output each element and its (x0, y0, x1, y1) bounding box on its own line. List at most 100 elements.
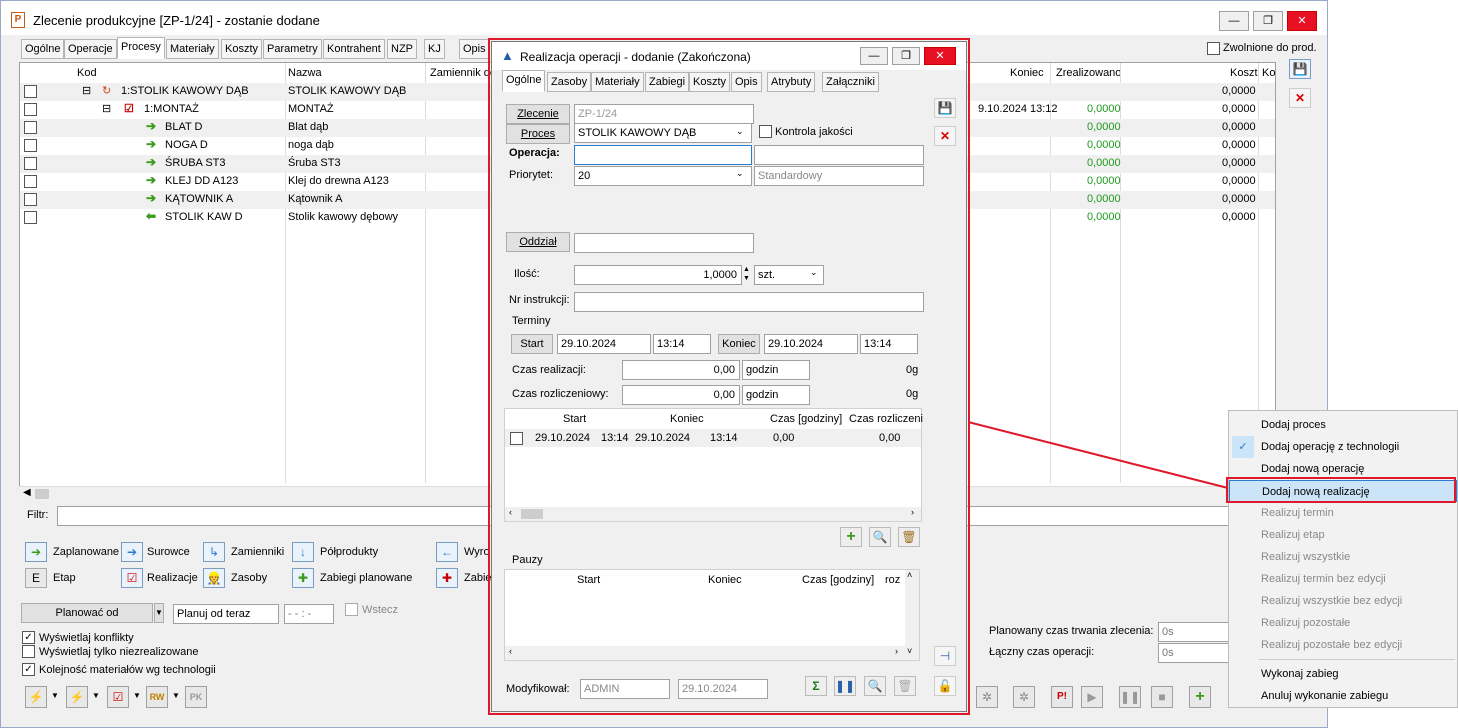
menu-item-dodaj-proces[interactable]: Dodaj proces (1229, 414, 1457, 436)
proces-field[interactable]: STOLIK KAWOWY DĄB (574, 123, 752, 143)
czas-realizacji-unit[interactable]: godzin (742, 360, 810, 380)
plan-from-input[interactable]: Planuj od teraz (173, 604, 279, 624)
scroll-left-icon[interactable]: ◀ (23, 487, 31, 498)
chevron-down-icon[interactable]: ⌄ (810, 267, 818, 278)
chevron-down-icon[interactable]: ▼ (133, 691, 141, 700)
dialog-tab-opis[interactable]: Opis (731, 72, 762, 92)
row-checkbox[interactable] (510, 432, 523, 445)
stop-icon[interactable]: ■ (1151, 686, 1173, 708)
chevron-down-icon[interactable]: ⌄ (736, 168, 744, 179)
menu-item-realizuj-etap[interactable]: Realizuj etap (1229, 524, 1457, 546)
lock-icon[interactable]: 🔓 (934, 676, 956, 696)
row-checkbox[interactable] (24, 139, 37, 152)
pk-icon[interactable]: PK (185, 686, 207, 708)
menu-item-realizuj-wszystkie-bez-edycji[interactable]: Realizuj wszystkie bez edycji (1229, 590, 1457, 612)
menu-item-realizuj-termin[interactable]: Realizuj termin (1229, 502, 1457, 524)
col-zamiennik[interactable]: Zamiennik do (430, 63, 496, 83)
chevron-down-icon[interactable]: ▼ (172, 691, 180, 700)
kontrola-checkbox[interactable] (759, 125, 772, 141)
scroll-thumb[interactable] (35, 489, 49, 499)
planning-mode-dropdown[interactable]: ▼ (154, 603, 164, 623)
col-start[interactable]: Start (577, 574, 600, 586)
close-button[interactable]: ✕ (1287, 11, 1317, 31)
ilosc-spinner[interactable]: ▲ ▼ (743, 265, 750, 283)
ilosc-input[interactable]: 1,0000 (574, 265, 742, 285)
delete-icon[interactable]: 🗑 (898, 527, 920, 547)
tab-kj[interactable]: KJ (424, 39, 445, 59)
sum-icon[interactable]: Σ (805, 676, 827, 696)
tab-materialy[interactable]: Materiały (166, 39, 219, 59)
row-checkbox[interactable] (24, 85, 37, 98)
wstecz-checkbox[interactable] (345, 603, 358, 619)
col-czas[interactable]: Czas [godziny] (802, 574, 874, 586)
col-koniec[interactable]: Koniec (708, 574, 742, 586)
add-realization-icon[interactable]: + (840, 527, 862, 547)
priority-icon[interactable]: P! (1051, 686, 1073, 708)
scroll-left-icon[interactable]: ‹ (509, 507, 512, 517)
row-checkbox[interactable] (24, 157, 37, 170)
dialog-tab-koszty[interactable]: Koszty (689, 72, 731, 92)
tab-koszty[interactable]: Koszty (221, 39, 263, 59)
col-zrealizowano[interactable]: Zrealizowano (1056, 63, 1121, 83)
col-kod[interactable]: Kod (77, 63, 97, 83)
table-row[interactable]: 29.10.2024 13:14 29.10.2024 13:14 0,00 0… (505, 429, 921, 447)
menu-item-realizuj-pozostale[interactable]: Realizuj pozostałe (1229, 612, 1457, 634)
tab-kontrahent[interactable]: Kontrahent (323, 39, 385, 59)
scroll-right-icon[interactable]: › (911, 507, 914, 517)
rw-icon[interactable]: RW (146, 686, 168, 708)
start-date-input[interactable]: 29.10.2024 (557, 334, 651, 354)
scroll-up-icon[interactable]: ˄ (907, 570, 912, 580)
resources-tool2-icon[interactable]: ✲ (1013, 686, 1035, 708)
col-koszt[interactable]: Koszt (1230, 63, 1258, 83)
menu-item-dodaj-operacje-z-technologii[interactable]: Dodaj operację z technologii (1229, 436, 1457, 458)
dialog-close-button[interactable]: ✕ (924, 47, 956, 65)
start-time-input[interactable]: 13:14 (653, 334, 711, 354)
plan-time-input[interactable]: - - : - (284, 604, 334, 624)
scroll-down-icon[interactable]: ˅ (907, 646, 912, 656)
row-checkbox[interactable] (24, 121, 37, 134)
end-time-input[interactable]: 13:14 (860, 334, 918, 354)
operacja-input[interactable] (574, 145, 752, 165)
dialog-tab-zabiegi[interactable]: Zabiegi (645, 72, 690, 92)
dialog-cancel-icon[interactable]: ✕ (934, 126, 956, 146)
dialog-tab-zalaczniki[interactable]: Załączniki (822, 72, 879, 92)
maximize-button[interactable]: ❐ (1253, 11, 1283, 31)
released-checkbox[interactable] (1207, 42, 1220, 58)
row-checkbox[interactable] (24, 175, 37, 188)
oddzial-button[interactable]: Oddział (506, 232, 570, 252)
preview-icon[interactable]: 🔍 (869, 527, 891, 547)
realizations-hscroll[interactable]: ‹ › (505, 507, 921, 521)
unrealized-checkbox[interactable] (22, 645, 35, 661)
koniec-button[interactable]: Koniec (718, 334, 760, 354)
nr-instrukcji-input[interactable] (574, 292, 924, 312)
col-koniec[interactable]: Koniec (670, 413, 704, 425)
dialog-maximize-button[interactable]: ❐ (892, 47, 920, 65)
minimize-button[interactable]: — (1219, 11, 1249, 31)
add-icon[interactable]: + (1189, 686, 1211, 708)
plan-icon[interactable]: ⚡ (25, 686, 47, 708)
chevron-down-icon[interactable]: ▼ (51, 691, 59, 700)
tab-nzp[interactable]: NZP (387, 39, 417, 59)
end-date-input[interactable]: 29.10.2024 (764, 334, 858, 354)
scroll-thumb[interactable] (521, 509, 543, 519)
replan-icon[interactable]: ⚡ (66, 686, 88, 708)
chevron-down-icon[interactable]: ⌄ (736, 126, 744, 137)
col-ko[interactable]: Ko (1262, 63, 1275, 83)
save-icon[interactable]: 💾 (1289, 59, 1311, 79)
pin-icon[interactable]: ⊣ (934, 646, 956, 666)
col-start[interactable]: Start (563, 413, 586, 425)
dialog-save-icon[interactable]: 💾 (934, 98, 956, 118)
col-nazwa[interactable]: Nazwa (288, 63, 322, 83)
menu-item-realizuj-wszystkie[interactable]: Realizuj wszystkie (1229, 546, 1457, 568)
pauses-vscroll[interactable]: ˄ ˅ (905, 570, 919, 660)
pause-icon[interactable]: ❚❚ (1119, 686, 1141, 708)
col-koniec[interactable]: Koniec (1010, 63, 1044, 83)
czas-rozliczeniowy-input[interactable]: 0,00 (622, 385, 740, 405)
conflicts-checkbox[interactable]: ✓ (22, 631, 35, 644)
menu-item-wykonaj-zabieg[interactable]: Wykonaj zabieg (1229, 663, 1457, 685)
oddzial-input[interactable] (574, 233, 754, 253)
trash-icon[interactable]: 🗑 (894, 676, 916, 696)
row-checkbox[interactable] (24, 193, 37, 206)
start-button[interactable]: Start (511, 334, 553, 354)
czas-rozliczeniowy-unit[interactable]: godzin (742, 385, 810, 405)
